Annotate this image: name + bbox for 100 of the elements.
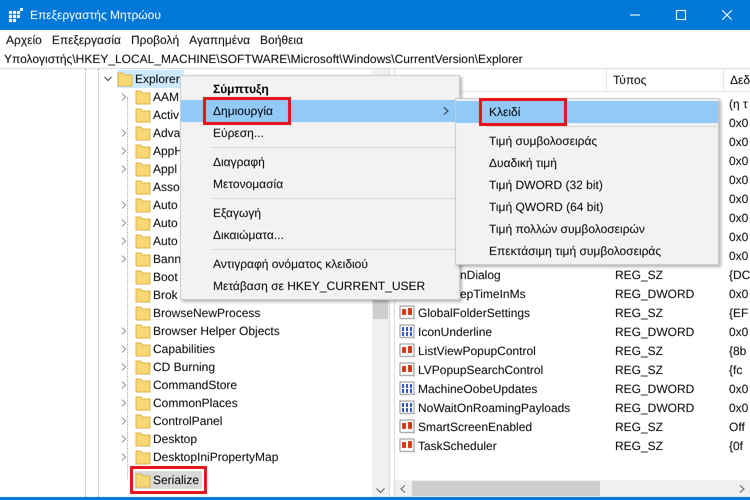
table-cell-text: 0x0 [728,134,748,150]
tree-item[interactable]: CD Burning [135,358,218,376]
tree-item[interactable]: Browser Helper Objects [135,322,283,340]
submenu-chevron-icon [443,107,449,115]
expand-chevron-icon[interactable] [120,165,128,173]
tree-item[interactable]: CommandStore [135,376,240,394]
table-cell-text: 0x0 [728,380,748,398]
scroll-left-icon[interactable] [400,485,406,493]
value-name[interactable]: SmartScreenEnabled [418,418,532,436]
scroll-down-icon[interactable] [376,488,385,494]
menu-item[interactable]: Βοήθεια [255,30,308,49]
menu-item[interactable]: Μετονομασία [181,173,459,195]
collapse-chevron-icon[interactable] [104,75,112,83]
expand-chevron-icon[interactable] [120,93,128,101]
horizontal-scrollbar[interactable] [395,480,750,497]
tree-item[interactable]: Auto [135,196,181,214]
table-cell: REG_DWORD [615,400,694,414]
menu-item[interactable]: Εύρεση... [181,122,459,144]
menu-item[interactable]: Τιμή συμβολοσειράς [456,130,718,152]
tree-item[interactable]: ControlPanel [135,412,226,430]
tree-item[interactable]: Activ [135,106,182,124]
menu-item[interactable]: Δυαδική τιμή [456,152,718,174]
address-bar[interactable]: Υπολογιστής\HKEY_LOCAL_MACHINE\SOFTWARE\Microsoft\Windows\CurrentVersion\Explorer [0,50,523,68]
menu-item[interactable]: Αγαπημένα [184,30,256,49]
expand-chevron-icon[interactable] [120,435,128,443]
menu-item[interactable]: Επεκτάσιμη τιμή συμβολοσειράς [456,240,718,262]
value-name[interactable]: TaskScheduler [418,436,497,454]
expand-chevron-icon[interactable] [120,363,128,371]
folder-icon [117,71,133,87]
folder-icon [135,305,151,321]
folder-icon [135,377,151,393]
menu-item[interactable]: Διαγραφή [181,151,459,173]
folder-icon [135,323,151,339]
tree-item[interactable]: Auto [135,214,181,232]
value-name[interactable]: nDialog [460,266,501,284]
tree-item[interactable]: Appl [135,160,180,178]
tree-item[interactable]: Desktop [135,430,200,448]
folder-icon [135,143,151,159]
table-cell-text: 0x0 [728,190,748,208]
menu-item[interactable]: Τιμή QWORD (64 bit) [456,196,718,218]
expand-chevron-icon[interactable] [120,255,128,263]
folder-icon [135,395,151,411]
menu-item[interactable]: Δικαιώματα... [181,224,459,246]
value-name[interactable]: ListViewPopupControl [418,342,536,360]
scrollbar-thumb[interactable] [412,481,600,496]
expand-chevron-icon[interactable] [120,399,128,407]
tree-item[interactable]: Serialize [135,471,202,489]
value-name[interactable]: MachineOobeUpdates [418,380,538,398]
folder-icon [135,341,151,357]
column-header[interactable]: Δεδ [724,69,750,91]
menu-item[interactable]: Κλειδί [456,101,718,123]
menu-item[interactable]: Τιμή DWORD (32 bit) [456,174,718,196]
menu-item[interactable]: Τιμή πολλών συμβολοσειρών [456,218,718,240]
expand-chevron-icon[interactable] [120,147,128,155]
expand-chevron-icon[interactable] [120,417,128,425]
menu-item[interactable]: Σύμπτυξη [181,78,459,100]
menu-item[interactable]: Μετάβαση σε HKEY_CURRENT_USER [181,275,459,297]
menu-item[interactable]: Αρχείο [1,30,47,49]
expand-chevron-icon[interactable] [120,129,128,137]
table-cell: REG_SZ [615,306,664,320]
string-value-icon [399,438,415,454]
tree-item[interactable]: Brok [135,286,181,304]
scroll-right-icon[interactable] [739,485,745,493]
table-cell-text: 0x0 [728,152,748,170]
value-name[interactable]: LVPopupSearchControl [418,360,544,378]
value-name[interactable]: IconUnderline [418,322,492,340]
tree-item[interactable]: Asso [135,178,183,196]
menu-item[interactable]: Επεξεργασία [46,30,126,49]
expand-chevron-icon[interactable] [120,219,128,227]
menu-item[interactable]: Προβολή [126,30,184,49]
expand-chevron-icon[interactable] [120,327,128,335]
value-name[interactable]: NoWaitOnRoamingPayloads [418,398,570,416]
table-cell-text: {0f [728,438,744,454]
expand-chevron-icon[interactable] [120,453,128,461]
tree-item[interactable]: Boot [135,268,181,286]
expand-chevron-icon[interactable] [120,345,128,353]
tree-item[interactable]: Capabilities [135,340,218,358]
tree-item[interactable]: Adva [135,124,184,142]
table-cell: REG_DWORD [615,382,694,396]
folder-icon [135,197,151,213]
tree-item[interactable]: Explorer [117,70,184,88]
expand-chevron-icon[interactable] [120,381,128,389]
table-cell-text: {EF [728,304,748,322]
menu-item[interactable]: Εξαγωγή [181,202,459,224]
tree-item[interactable]: AAM [135,88,182,106]
value-name[interactable]: epTimeInMs [460,284,526,302]
value-name[interactable]: GlobalFolderSettings [418,304,530,322]
folder-icon [135,287,151,303]
expand-chevron-icon[interactable] [120,237,128,245]
expand-chevron-icon[interactable] [120,201,128,209]
tree-item[interactable]: CommonPlaces [135,394,241,412]
tree-item[interactable]: Auto [135,232,181,250]
window-title: Επεξεργαστής Μητρώου [30,7,161,24]
string-value-icon [399,304,415,320]
folder-icon [135,413,151,429]
tree-item[interactable]: BrowseNewProcess [135,304,264,322]
binary-value-icon [399,400,415,416]
tree-item[interactable]: DesktopIniPropertyMap [135,448,282,466]
column-header[interactable]: Τύπος [607,69,724,91]
folder-icon [135,215,151,231]
